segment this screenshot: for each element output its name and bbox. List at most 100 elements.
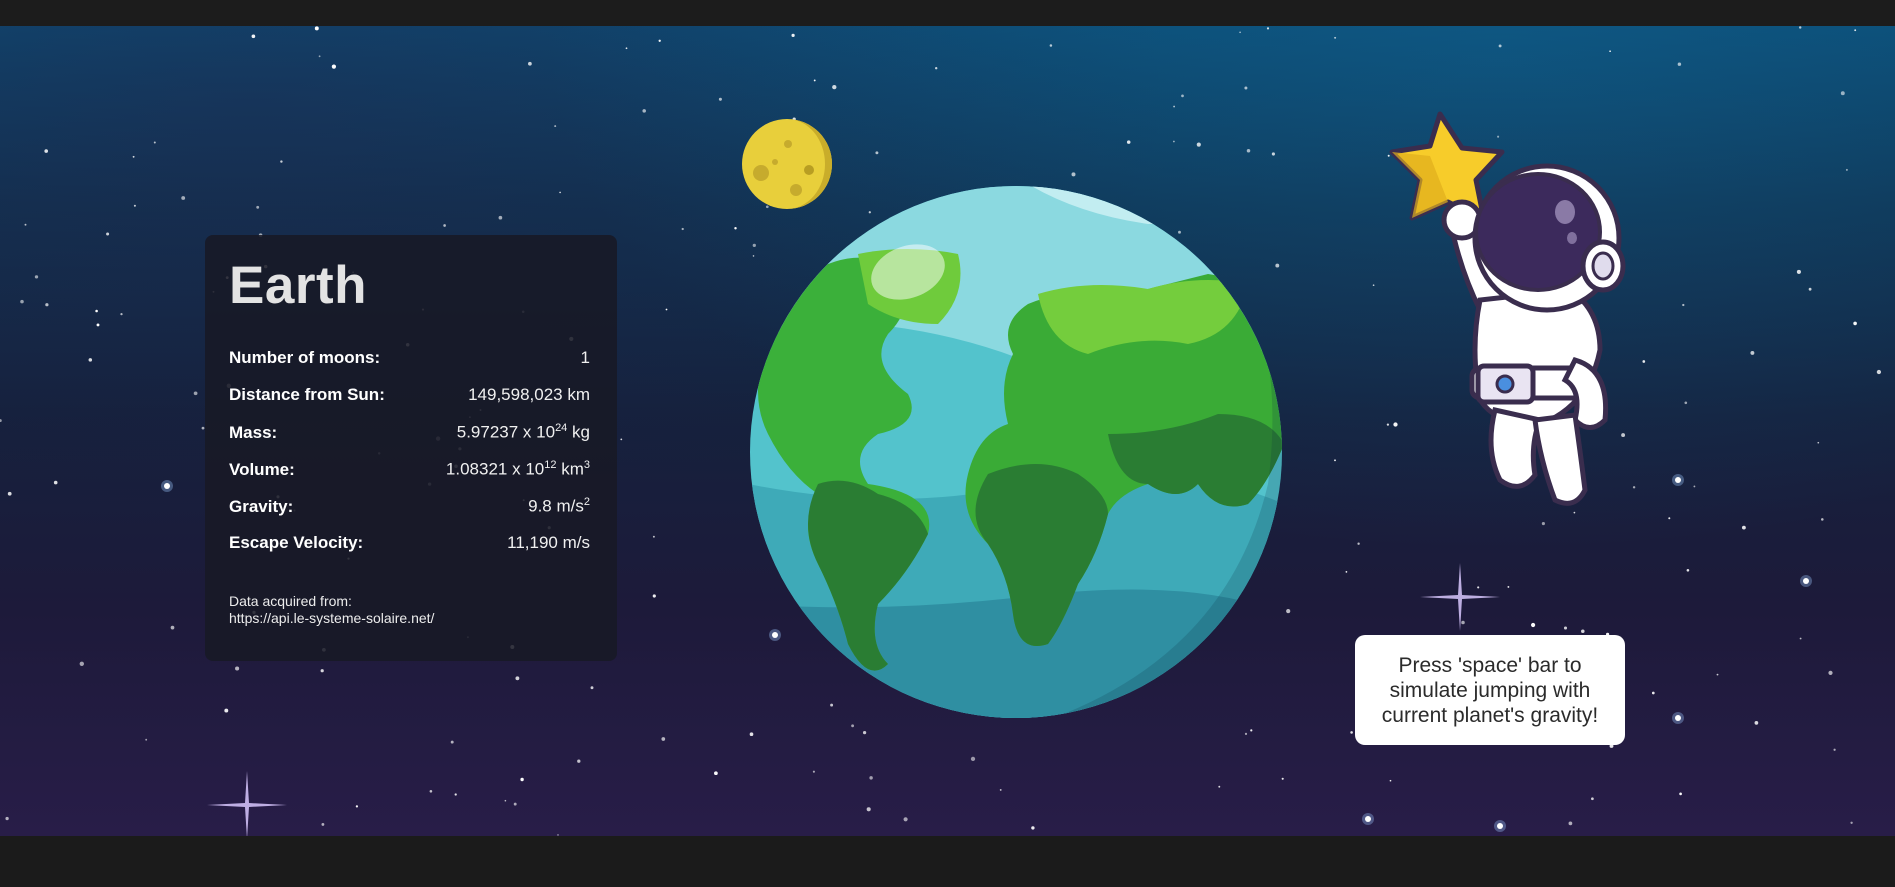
star-dot (1266, 27, 1270, 30)
star-dot (53, 480, 58, 485)
star-dot (1250, 729, 1253, 732)
star-dot (5, 816, 9, 821)
star-dot (1498, 44, 1502, 48)
star-dot (181, 196, 186, 200)
stat-row-gravity: Gravity: 9.8 m/s2 (229, 496, 590, 533)
star-dot (1350, 731, 1353, 734)
star-dot (443, 224, 446, 227)
star-dot (1716, 673, 1719, 676)
star-dot (1345, 571, 1348, 573)
stat-row-escape-velocity: Escape Velocity: 11,190 m/s (229, 533, 590, 570)
star-dot (1750, 350, 1755, 355)
star-dot (832, 84, 837, 90)
astronaut-with-star-image (1350, 100, 1630, 525)
stat-value: 9.8 m/s2 (528, 496, 590, 516)
star-dot (1798, 26, 1802, 29)
stat-label: Gravity: (229, 496, 294, 516)
star-dot (1244, 732, 1248, 736)
star-dot (235, 666, 240, 671)
space-scene: Earth Number of moons: 1 Distance from S… (0, 26, 1895, 836)
star-dot (193, 391, 198, 396)
star-dot (554, 125, 557, 128)
star-dot (331, 64, 337, 69)
star-dot (999, 788, 1002, 791)
star-dot (450, 740, 454, 744)
top-bar (0, 0, 1895, 26)
star-dot (1334, 459, 1336, 462)
star-dot (970, 756, 976, 762)
star-dot (714, 771, 718, 776)
star-dot (1507, 585, 1510, 588)
star-dot (1173, 140, 1175, 143)
star-dot (1581, 629, 1585, 633)
star-dot (1246, 149, 1251, 153)
star-dot (1357, 542, 1360, 545)
star-dot (1173, 105, 1176, 108)
star-dot (749, 732, 754, 737)
star-dot (681, 227, 684, 231)
star-dot (661, 737, 666, 741)
star-dot (1477, 586, 1480, 589)
star-dot (1853, 321, 1857, 326)
stat-value: 1 (580, 348, 590, 367)
star-dot (665, 308, 668, 311)
stat-row-mass: Mass: 5.97237 x 1024 kg (229, 422, 590, 459)
star-dot (145, 738, 148, 741)
star-dot (95, 309, 98, 313)
star-dot (1754, 721, 1759, 725)
star-dot (658, 39, 661, 42)
stat-value: 149,598,023 km (468, 385, 590, 404)
star-dot (45, 303, 49, 307)
star-dot (1126, 140, 1131, 144)
stat-value: 5.97237 x 1024 kg (456, 422, 590, 442)
star-dot (1808, 287, 1812, 291)
star-dot (1817, 441, 1820, 444)
star-dot (1196, 142, 1201, 147)
star-dot (314, 26, 319, 31)
stat-value: 11,190 m/s (507, 533, 590, 552)
star-dot (132, 155, 135, 158)
star-dot (1693, 485, 1696, 488)
star-dot (355, 805, 359, 808)
star-dot (79, 661, 84, 666)
star-dot (869, 776, 873, 780)
star-dot (1675, 715, 1681, 721)
star-dot (1071, 172, 1076, 177)
stat-label: Distance from Sun: (229, 385, 385, 404)
star-dot (320, 669, 324, 673)
star-dot (1563, 626, 1568, 630)
stat-row-moons: Number of moons: 1 (229, 348, 590, 385)
data-source-label: Data acquired from: (229, 593, 352, 609)
star-dot (96, 323, 100, 327)
earth-planet-image[interactable] (748, 184, 1284, 725)
star-dot (498, 215, 503, 220)
star-dot (153, 141, 156, 144)
star-dot (903, 817, 908, 822)
star-dot (1568, 821, 1573, 826)
data-source-url: https://api.le-systeme-solaire.net/ (229, 610, 435, 626)
star-dot (1799, 637, 1802, 640)
star-dot (813, 79, 816, 82)
star-dot (1218, 785, 1221, 788)
star-dot (1031, 826, 1035, 830)
star-dot (1497, 823, 1503, 829)
star-dot (875, 151, 879, 155)
star-dot (652, 535, 655, 538)
star-dot (791, 33, 795, 38)
star-dot (133, 204, 136, 207)
star-dot (34, 275, 39, 279)
star-dot (120, 312, 123, 316)
star-dot (577, 759, 581, 763)
star-dot (1675, 477, 1681, 483)
star-dot (1668, 517, 1671, 520)
star-dot (1741, 525, 1746, 530)
star-dot (1632, 486, 1636, 489)
star-dot (1271, 152, 1275, 156)
sparkle-star (207, 771, 287, 836)
sparkle-star (1420, 563, 1500, 631)
star-dot (515, 676, 520, 681)
star-dot (559, 191, 561, 194)
star-dot (1682, 303, 1685, 307)
star-dot (1840, 91, 1845, 96)
star-dot (106, 232, 110, 236)
